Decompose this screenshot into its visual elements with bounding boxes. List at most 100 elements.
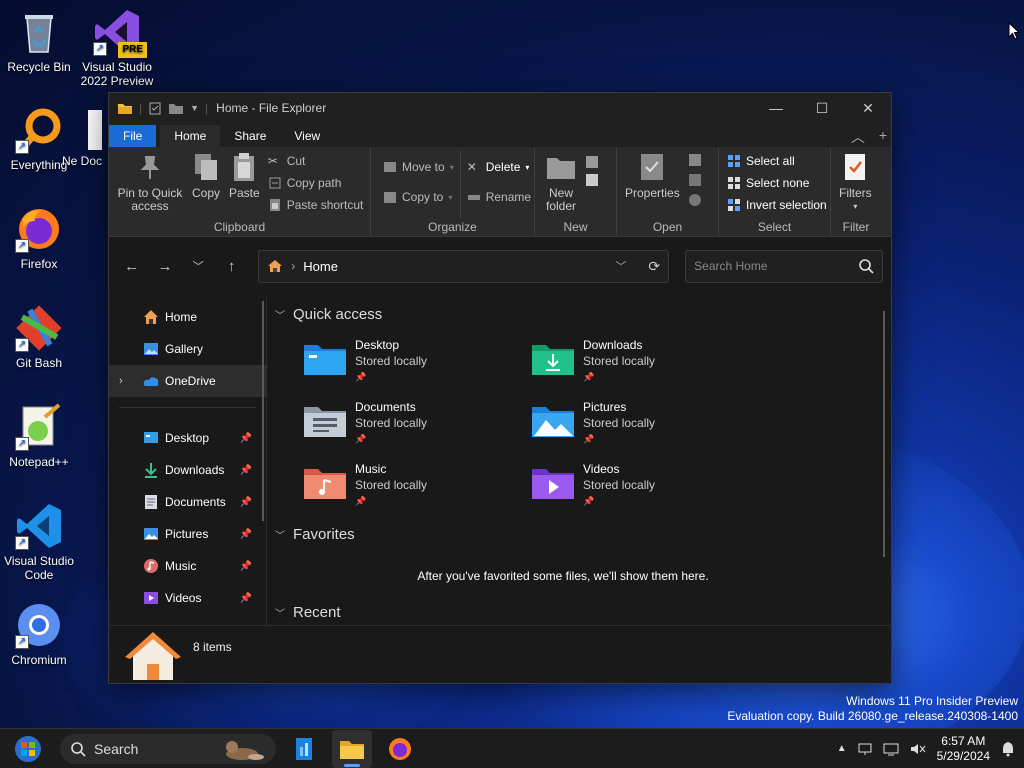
- search-box[interactable]: [685, 249, 883, 283]
- section-title: Recent: [293, 603, 341, 621]
- nav-item-downloads[interactable]: Downloads 📌: [109, 454, 266, 486]
- search-icon[interactable]: [858, 258, 874, 274]
- nav-scrollbar[interactable]: [262, 301, 264, 521]
- add-icon[interactable]: +: [879, 127, 887, 147]
- main-scrollbar[interactable]: [883, 311, 885, 557]
- nav-item-documents[interactable]: Documents 📌: [109, 486, 266, 518]
- cut-button[interactable]: ✂ Cut: [268, 153, 364, 169]
- desktop-icon-new-document[interactable]: Ne Doc: [62, 110, 102, 168]
- properties-check-icon[interactable]: [148, 101, 162, 115]
- pin-icon[interactable]: 📌: [240, 529, 252, 540]
- pin-icon[interactable]: 📌: [240, 465, 252, 476]
- section-header-recent[interactable]: ﹀ Recent: [275, 599, 891, 625]
- item-location: Stored locally: [355, 416, 428, 430]
- easy-access-icon[interactable]: [585, 173, 599, 187]
- search-input[interactable]: [694, 259, 858, 273]
- pin-icon[interactable]: 📌: [240, 497, 252, 508]
- show-hidden-icons-chevron-icon[interactable]: ▲: [837, 743, 847, 754]
- new-folder-button[interactable]: New folder: [539, 151, 583, 218]
- desktop-icon-firefox[interactable]: ↗ Firefox: [1, 205, 77, 271]
- shortcut-arrow-icon: ↗: [15, 437, 29, 451]
- taskbar-search-box[interactable]: Search: [60, 733, 276, 764]
- customize-toolbar-chevron-icon[interactable]: ▼: [190, 103, 199, 113]
- copy-path-button[interactable]: Copy path: [268, 175, 364, 191]
- nav-item-home[interactable]: Home: [109, 301, 266, 333]
- minimize-button[interactable]: —: [753, 93, 799, 123]
- pin-icon[interactable]: 📌: [240, 561, 252, 572]
- system-tray: ▲ 6:57 AM 5/29/2024: [837, 734, 1024, 764]
- quick-access-item-desktop[interactable]: Desktop Stored locally 📌: [303, 337, 531, 385]
- history-icon[interactable]: [688, 193, 702, 207]
- network-icon[interactable]: [857, 741, 873, 757]
- file-explorer-icon: [340, 740, 364, 759]
- nav-item-desktop[interactable]: Desktop 📌: [109, 422, 266, 454]
- new-item-icon[interactable]: [585, 155, 599, 169]
- quick-access-item-pictures[interactable]: Pictures Stored locally 📌: [531, 399, 759, 447]
- breadcrumb-home[interactable]: Home: [303, 259, 338, 274]
- quick-access-item-videos[interactable]: Videos Stored locally 📌: [531, 461, 759, 509]
- taskbar-app-file-explorer[interactable]: [332, 729, 372, 768]
- pin-icon[interactable]: 📌: [240, 433, 252, 444]
- collapse-ribbon-chevron-icon[interactable]: ︿: [851, 127, 865, 147]
- pin-to-quick-access-button[interactable]: Pin to Quick access: [113, 151, 187, 218]
- nav-item-videos[interactable]: Videos 📌: [109, 582, 266, 614]
- desktop-icon-git-bash[interactable]: ↗ Git Bash: [1, 304, 77, 370]
- back-button[interactable]: ←: [117, 251, 146, 281]
- notepad-plus-plus-icon: ↗: [15, 403, 63, 451]
- nav-item-onedrive[interactable]: › OneDrive: [109, 365, 266, 397]
- select-all-button[interactable]: Select all: [727, 153, 827, 169]
- move-to-button[interactable]: Move to ▾: [383, 159, 454, 175]
- quick-access-item-downloads[interactable]: Downloads Stored locally 📌: [531, 337, 759, 385]
- tab-share[interactable]: Share: [220, 125, 280, 147]
- section-header-quick-access[interactable]: ﹀ Quick access: [275, 301, 891, 327]
- display-icon[interactable]: [883, 741, 899, 757]
- desktop-icon-visual-studio-code[interactable]: ↗ Visual Studio Code: [1, 502, 77, 582]
- clock[interactable]: 6:57 AM 5/29/2024: [937, 734, 990, 764]
- pin-icon[interactable]: 📌: [240, 593, 252, 604]
- taskbar-app-widgets[interactable]: [284, 730, 324, 768]
- shortcut-arrow-icon: ↗: [15, 635, 29, 649]
- rename-button[interactable]: Rename: [467, 189, 531, 205]
- volume-muted-icon[interactable]: [909, 741, 927, 757]
- up-button[interactable]: ↑: [217, 251, 246, 281]
- new-folder-quick-icon[interactable]: [168, 101, 184, 115]
- nav-item-pictures[interactable]: Pictures 📌: [109, 518, 266, 550]
- desktop-icon-recycle-bin[interactable]: Recycle Bin: [1, 8, 77, 74]
- desktop-icon-chromium[interactable]: ↗ Chromium: [1, 601, 77, 667]
- pin-icon: 📌: [583, 496, 595, 506]
- everything-search-icon: ↗: [15, 106, 63, 154]
- nav-item-music[interactable]: Music 📌: [109, 550, 266, 582]
- filters-button[interactable]: Filters ▾: [835, 151, 876, 218]
- expand-chevron-icon[interactable]: ›: [119, 375, 123, 387]
- notification-bell-icon[interactable]: [1000, 740, 1016, 758]
- taskbar-app-firefox[interactable]: [380, 730, 420, 768]
- nav-item-gallery[interactable]: Gallery: [109, 333, 266, 365]
- tab-home[interactable]: Home: [160, 125, 221, 147]
- evaluation-watermark: Windows 11 Pro Insider Preview Evaluatio…: [727, 694, 1018, 724]
- properties-button[interactable]: Properties: [621, 151, 684, 218]
- address-dropdown-chevron-icon[interactable]: ﹀: [615, 258, 626, 274]
- desktop-icon-visual-studio-2022-preview[interactable]: PRE ↗ Visual Studio 2022 Preview: [79, 8, 155, 88]
- copy-to-button[interactable]: Copy to ▾: [383, 189, 454, 205]
- invert-selection-button[interactable]: Invert selection: [727, 197, 827, 213]
- start-button[interactable]: [6, 729, 50, 768]
- forward-button[interactable]: →: [150, 251, 179, 281]
- desktop-icon-notepad-plus-plus[interactable]: ↗ Notepad++: [1, 403, 77, 469]
- edit-icon[interactable]: [688, 173, 702, 187]
- select-none-button[interactable]: Select none: [727, 175, 827, 191]
- section-header-favorites[interactable]: ﹀ Favorites: [275, 521, 891, 547]
- paste-button[interactable]: Paste: [225, 151, 264, 218]
- open-icon[interactable]: [688, 153, 702, 167]
- quick-access-item-documents[interactable]: Documents Stored locally 📌: [303, 399, 531, 447]
- address-bar[interactable]: › Home ﹀ ⟳: [258, 249, 670, 283]
- close-button[interactable]: ✕: [845, 93, 891, 123]
- paste-shortcut-button[interactable]: Paste shortcut: [268, 197, 363, 213]
- tab-view[interactable]: View: [280, 125, 334, 147]
- delete-button[interactable]: ✕ Delete ▾: [467, 159, 531, 175]
- copy-button[interactable]: Copy: [187, 151, 225, 218]
- refresh-icon[interactable]: ⟳: [648, 258, 660, 275]
- maximize-button[interactable]: ☐: [799, 93, 845, 123]
- tab-file[interactable]: File: [109, 125, 157, 147]
- quick-access-item-music[interactable]: Music Stored locally 📌: [303, 461, 531, 509]
- recent-locations-chevron-icon[interactable]: ﹀: [184, 251, 213, 281]
